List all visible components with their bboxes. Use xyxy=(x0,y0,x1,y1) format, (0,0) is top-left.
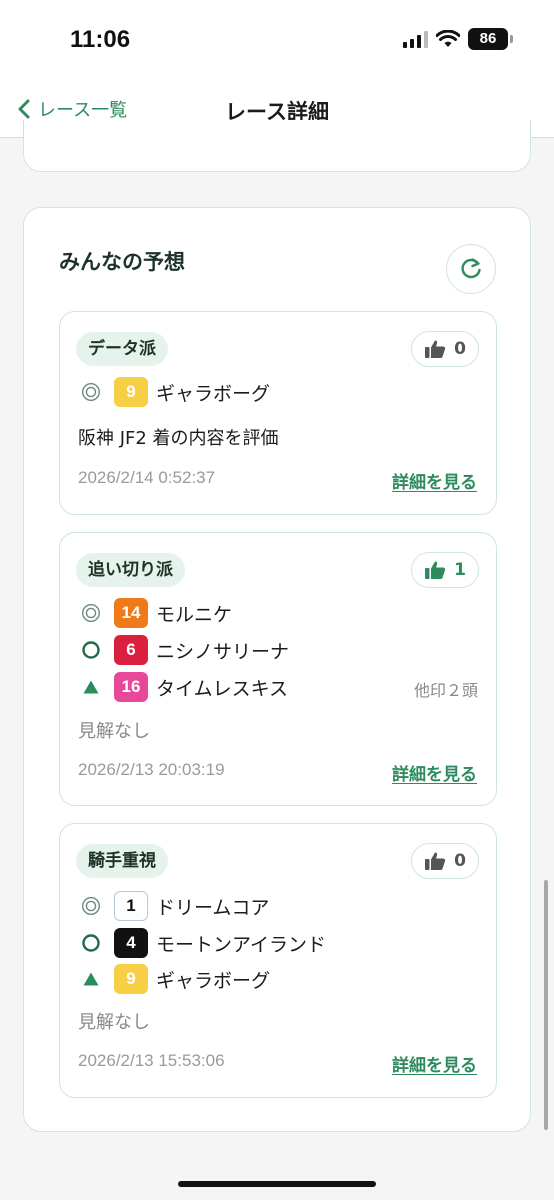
refresh-button[interactable] xyxy=(446,244,496,294)
view-details-link[interactable]: 詳細を見る xyxy=(392,1051,477,1076)
double-circle-mark-icon xyxy=(80,895,102,917)
double-circle-mark-icon xyxy=(80,381,102,403)
status-bar: 11:06 86 xyxy=(0,0,554,82)
horse-name: ニシノサリーナ xyxy=(156,640,290,663)
battery-indicator: 86 xyxy=(468,28,513,50)
prediction-card: 騎手重視 0 1 ドリームコア 4 モートンアイランド 9 ギャラボーグ 見解な… xyxy=(59,823,497,1098)
horse-name: タイムレスキス xyxy=(156,677,289,700)
other-marks-count: 他印２頭 xyxy=(413,681,478,700)
prediction-style-tag: 騎手重視 xyxy=(76,844,168,878)
scrollbar[interactable] xyxy=(544,880,548,1130)
triangle-mark-icon xyxy=(80,968,102,990)
horse-number-badge: 9 xyxy=(114,377,148,407)
horse-name: ギャラボーグ xyxy=(156,969,271,992)
prediction-style-tag: 追い切り派 xyxy=(76,553,185,587)
prediction-timestamp: 2026/2/13 15:53:06 xyxy=(78,1051,225,1070)
horse-number-badge: 4 xyxy=(114,928,148,958)
horse-name: モルニケ xyxy=(156,603,233,626)
prediction-comment: 阪神 JF2 着の内容を評価 xyxy=(78,428,279,449)
horse-row: 4 モートンアイランド xyxy=(80,927,326,959)
like-count: 0 xyxy=(454,339,466,359)
like-count: 1 xyxy=(454,560,466,580)
wifi-icon xyxy=(436,30,460,47)
horse-row: 9 ギャラボーグ xyxy=(80,376,270,408)
like-button[interactable]: 0 xyxy=(411,843,479,879)
horse-row: 1 ドリームコア xyxy=(80,890,269,922)
home-indicator[interactable] xyxy=(178,1181,376,1187)
refresh-icon xyxy=(461,258,481,279)
thumbs-up-icon xyxy=(425,340,446,358)
status-time: 11:06 xyxy=(70,26,131,53)
horse-name: ドリームコア xyxy=(156,896,270,919)
previous-section-card xyxy=(23,120,531,172)
horse-row: 14 モルニケ xyxy=(80,597,232,629)
like-button[interactable]: 0 xyxy=(411,331,479,367)
like-count: 0 xyxy=(454,851,466,871)
triangle-mark-icon xyxy=(80,676,102,698)
circle-mark-icon xyxy=(80,932,102,954)
double-circle-mark-icon xyxy=(80,602,102,624)
horse-number-badge: 14 xyxy=(114,598,148,628)
horse-number-badge: 1 xyxy=(114,891,148,921)
view-details-link[interactable]: 詳細を見る xyxy=(392,468,477,493)
thumbs-up-icon xyxy=(425,852,446,870)
horse-name: ギャラボーグ xyxy=(156,382,271,405)
predictions-section: みんなの予想 データ派 0 9 ギャラボーグ 阪神 JF2 着の内容を評価 20… xyxy=(23,207,531,1132)
circle-mark-icon xyxy=(80,639,102,661)
section-title: みんなの予想 xyxy=(59,250,185,274)
horse-row: 6 ニシノサリーナ xyxy=(80,634,289,666)
horse-name: モートンアイランド xyxy=(156,933,327,956)
horse-number-badge: 9 xyxy=(114,964,148,994)
like-button[interactable]: 1 xyxy=(411,552,479,588)
view-details-link[interactable]: 詳細を見る xyxy=(392,760,477,785)
prediction-timestamp: 2026/2/13 20:03:19 xyxy=(78,760,225,779)
status-icons: 86 xyxy=(403,28,513,50)
horse-row: 9 ギャラボーグ xyxy=(80,963,270,995)
horse-number-badge: 6 xyxy=(114,635,148,665)
horse-row: 16 タイムレスキス xyxy=(80,671,288,703)
prediction-style-tag: データ派 xyxy=(76,332,168,366)
prediction-timestamp: 2026/2/14 0:52:37 xyxy=(78,468,216,487)
cellular-signal-icon xyxy=(403,30,428,48)
prediction-card: データ派 0 9 ギャラボーグ 阪神 JF2 着の内容を評価 2026/2/14… xyxy=(59,311,497,515)
prediction-card: 追い切り派 1 14 モルニケ 6 ニシノサリーナ 16 タイムレスキス 他印２… xyxy=(59,532,497,806)
prediction-comment: 見解なし xyxy=(78,1012,150,1033)
thumbs-up-icon xyxy=(425,561,446,579)
horse-number-badge: 16 xyxy=(114,672,148,702)
prediction-comment: 見解なし xyxy=(78,721,150,742)
